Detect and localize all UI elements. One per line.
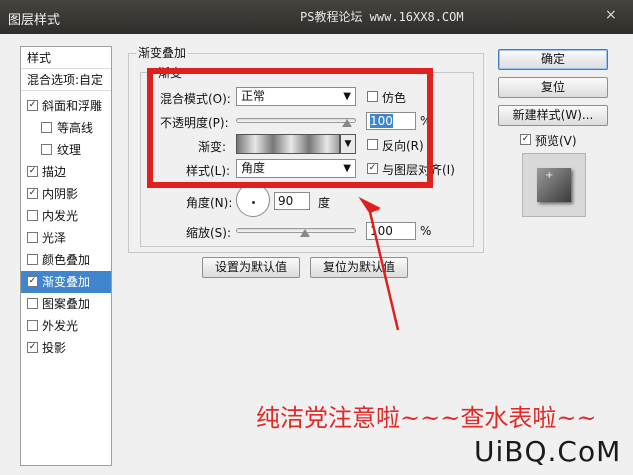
- style-list: 样式 混合选项:自定 ✓ 斜面和浮雕 等高线 纹理 ✓ 描边 ✓ 内阴影 内发光…: [20, 46, 112, 466]
- align-with-layer-checkbox[interactable]: ✓: [367, 163, 378, 174]
- gradient-dropdown-icon[interactable]: ▼: [340, 134, 356, 154]
- gradient-overlay-checkbox[interactable]: ✓: [27, 276, 38, 287]
- inner-shadow-checkbox[interactable]: ✓: [27, 188, 38, 199]
- opacity-slider-handle[interactable]: [342, 119, 352, 127]
- style-list-label: 样式: [27, 51, 52, 65]
- style-value: 角度: [241, 161, 266, 175]
- style-item-label: 内发光: [42, 209, 79, 223]
- style-item-label: 内阴影: [42, 187, 79, 201]
- opacity-slider[interactable]: [236, 118, 356, 123]
- style-item-gradient-overlay[interactable]: ✓ 渐变叠加: [21, 271, 111, 293]
- dropdown-arrow-icon: ▼: [343, 163, 351, 174]
- style-select[interactable]: 角度 ▼: [236, 159, 356, 178]
- angle-unit: 度: [318, 196, 331, 210]
- angle-dial[interactable]: [236, 183, 270, 217]
- opacity-label: 不透明度(P):: [160, 116, 229, 130]
- brand-watermark: UiBQ.CoM: [474, 435, 622, 468]
- contour-checkbox[interactable]: [41, 122, 52, 133]
- scale-slider[interactable]: [236, 228, 356, 233]
- style-item-label: 等高线: [57, 121, 94, 135]
- angle-value: 90: [278, 194, 294, 208]
- angle-input[interactable]: 90: [274, 192, 310, 210]
- opacity-value: 100: [370, 114, 393, 128]
- style-item-stroke[interactable]: ✓ 描边: [21, 161, 111, 183]
- style-item-color-overlay[interactable]: 颜色叠加: [21, 249, 111, 271]
- style-item-inner-shadow[interactable]: ✓ 内阴影: [21, 183, 111, 205]
- opacity-input[interactable]: 100: [366, 112, 416, 130]
- annotation-text: 纯洁党注意啦~~~查水表啦~~: [256, 404, 597, 432]
- reverse-checkbox[interactable]: [367, 139, 378, 150]
- preview-checkbox[interactable]: ✓: [520, 134, 531, 145]
- inner-glow-checkbox[interactable]: [27, 210, 38, 221]
- style-item-bevel-emboss[interactable]: ✓ 斜面和浮雕: [21, 95, 111, 117]
- style-item-label: 图案叠加: [42, 297, 91, 311]
- reset-default-button[interactable]: 复位为默认值: [310, 257, 408, 278]
- color-overlay-checkbox[interactable]: [27, 254, 38, 265]
- style-item-label: 纹理: [57, 143, 82, 157]
- preview-label: 预览(V): [535, 134, 577, 148]
- group-title: 渐变叠加: [136, 44, 189, 61]
- style-item-inner-glow[interactable]: 内发光: [21, 205, 111, 227]
- style-item-label: 投影: [42, 341, 67, 355]
- texture-checkbox[interactable]: [41, 144, 52, 155]
- align-with-layer-label: 与图层对齐(I): [382, 163, 455, 177]
- preview-crosshair-icon: +: [545, 170, 554, 181]
- blend-mode-label: 混合模式(O):: [160, 92, 231, 106]
- blend-mode-value: 正常: [241, 89, 266, 103]
- new-style-button[interactable]: 新建样式(W)...: [498, 105, 608, 126]
- subgroup-title: 渐变: [156, 64, 185, 81]
- scale-slider-handle[interactable]: [300, 229, 310, 237]
- style-item-texture[interactable]: 纹理: [21, 139, 111, 161]
- preview-shape: [537, 168, 571, 202]
- site-watermark: PS教程论坛 www.16XX8.COM: [300, 10, 464, 24]
- pattern-overlay-checkbox[interactable]: [27, 298, 38, 309]
- set-default-button[interactable]: 设置为默认值: [202, 257, 300, 278]
- gradient-label: 渐变:: [198, 140, 227, 154]
- stroke-checkbox[interactable]: ✓: [27, 166, 38, 177]
- satin-checkbox[interactable]: [27, 232, 38, 243]
- style-list-label: 混合选项:自定: [27, 73, 104, 87]
- style-item-label: 斜面和浮雕: [42, 99, 103, 113]
- scale-value: 100: [370, 224, 393, 238]
- window-title: 图层样式: [8, 13, 61, 28]
- close-icon[interactable]: ×: [605, 7, 617, 23]
- drop-shadow-checkbox[interactable]: ✓: [27, 342, 38, 353]
- dither-checkbox[interactable]: [367, 91, 378, 102]
- dropdown-arrow-icon: ▼: [343, 91, 351, 102]
- gradient-picker[interactable]: [236, 134, 340, 154]
- style-item-contour[interactable]: 等高线: [21, 117, 111, 139]
- bevel-emboss-checkbox[interactable]: ✓: [27, 100, 38, 111]
- blend-mode-select[interactable]: 正常 ▼: [236, 87, 356, 106]
- scale-input[interactable]: 100: [366, 222, 416, 240]
- style-item-satin[interactable]: 光泽: [21, 227, 111, 249]
- angle-dial-dot: [252, 201, 255, 204]
- style-label: 样式(L):: [186, 164, 231, 178]
- style-item-label: 颜色叠加: [42, 253, 91, 267]
- style-list-blending-options[interactable]: 混合选项:自定: [21, 69, 111, 91]
- style-item-pattern-overlay[interactable]: 图案叠加: [21, 293, 111, 315]
- reset-button[interactable]: 复位: [498, 77, 608, 98]
- outer-glow-checkbox[interactable]: [27, 320, 38, 331]
- reverse-label: 反向(R): [382, 139, 424, 153]
- style-item-label: 渐变叠加: [42, 275, 91, 289]
- style-list-header[interactable]: 样式: [21, 47, 111, 69]
- title-bar: 图层样式 PS教程论坛 www.16XX8.COM ×: [0, 0, 633, 34]
- style-item-drop-shadow[interactable]: ✓ 投影: [21, 337, 111, 359]
- style-item-outer-glow[interactable]: 外发光: [21, 315, 111, 337]
- style-item-label: 描边: [42, 165, 67, 179]
- scale-unit: %: [420, 224, 432, 238]
- dither-label: 仿色: [382, 91, 407, 105]
- style-preview-thumbnail: +: [522, 153, 586, 217]
- style-item-label: 光泽: [42, 231, 67, 245]
- angle-label: 角度(N):: [186, 196, 233, 210]
- style-item-label: 外发光: [42, 319, 79, 333]
- opacity-unit: %: [420, 114, 432, 128]
- scale-label: 缩放(S):: [186, 226, 232, 240]
- ok-button[interactable]: 确定: [498, 49, 608, 70]
